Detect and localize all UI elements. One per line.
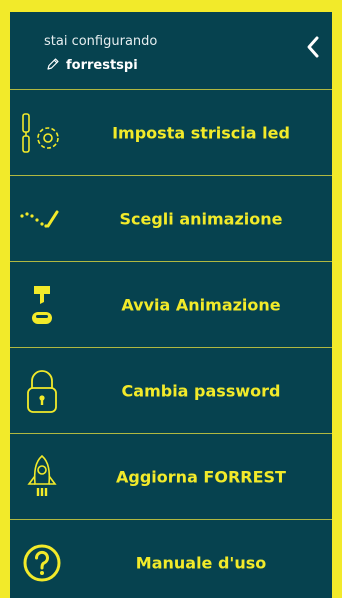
menu-item-label: Scegli animazione [119,209,283,228]
rocket-icon [14,449,70,505]
lock-icon [14,363,70,419]
menu-item-scegli-animazione[interactable]: Scegli animazione [10,176,332,262]
configuring-subtitle: stai configurando [44,34,158,49]
pencil-icon [46,56,60,75]
menu-item-imposta-striscia-led[interactable]: Imposta striscia led [10,90,332,176]
menu-item-label: Imposta striscia led [112,123,290,142]
device-name-row[interactable]: forrestspi [46,56,138,75]
menu-item-cambia-password[interactable]: Cambia password [10,348,332,434]
menu-panel: stai configurando forrestspi Imposta str… [10,12,332,598]
menu-item-manuale-uso[interactable]: Manuale d'uso [10,520,332,598]
animation-wave-icon [14,191,70,247]
play-lamp-icon [14,277,70,333]
chevron-left-icon [304,35,322,63]
device-name: forrestspi [66,58,138,73]
led-settings-icon [14,105,70,161]
menu-item-label: Avvia Animazione [121,295,281,314]
menu-item-aggiorna-forrest[interactable]: Aggiorna FORREST [10,434,332,520]
menu-item-label: Cambia password [121,381,281,400]
header: stai configurando forrestspi [10,12,332,90]
menu-item-avvia-animazione[interactable]: Avvia Animazione [10,262,332,348]
back-button[interactable] [294,30,332,68]
menu-item-label: Manuale d'uso [135,553,267,573]
menu-item-label: Aggiorna FORREST [116,467,286,486]
help-circle-icon [14,535,70,591]
